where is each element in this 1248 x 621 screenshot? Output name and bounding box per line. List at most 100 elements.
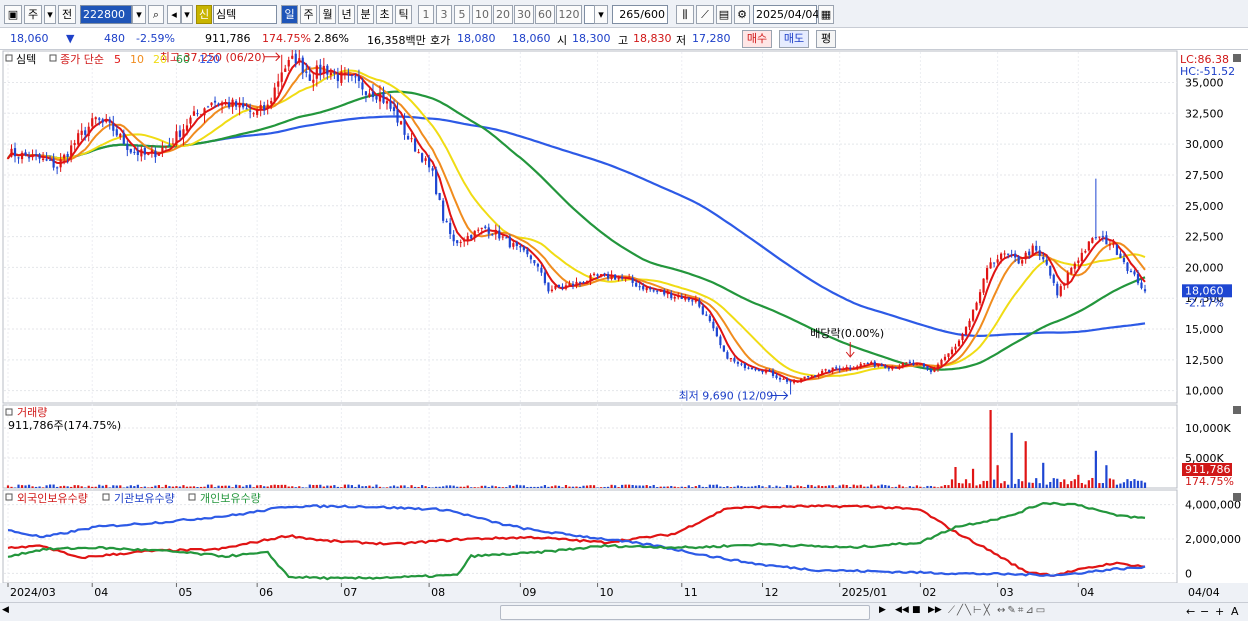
speaker-dropdown-icon[interactable]: ▾ xyxy=(181,5,193,24)
drawing-tools-icon[interactable]: ⟋ xyxy=(696,5,714,24)
candle-body xyxy=(1070,267,1073,274)
prev-button[interactable]: 전 xyxy=(58,5,76,24)
auto-scale-icon[interactable]: A xyxy=(1231,605,1243,620)
window-menu-icon[interactable]: ▣ xyxy=(4,5,22,24)
volume-bar xyxy=(606,486,610,488)
volume-bar xyxy=(378,486,382,488)
candle-body xyxy=(775,375,778,379)
stop-icon[interactable]: ■ xyxy=(912,605,922,620)
candle-body xyxy=(329,72,332,76)
volume-bar xyxy=(168,486,171,488)
interval-5[interactable]: 5 xyxy=(454,5,470,24)
candle-body xyxy=(463,240,466,242)
code-dropdown-icon[interactable]: ▾ xyxy=(132,5,146,24)
gear-icon[interactable]: ⚙ xyxy=(734,5,750,24)
volume-bar xyxy=(1080,482,1083,488)
candle-body xyxy=(1101,235,1104,237)
interval-30[interactable]: 30 xyxy=(514,5,534,24)
zoom-in-icon[interactable]: + xyxy=(1215,605,1227,620)
volume-bar xyxy=(24,485,27,488)
buy-button[interactable]: 매수 xyxy=(742,30,772,48)
candle-body xyxy=(84,130,87,135)
stock-name-field[interactable]: 심텍 xyxy=(213,5,277,24)
interval-60[interactable]: 60 xyxy=(535,5,555,24)
volume-bar xyxy=(1129,481,1133,488)
zoom-out-icon[interactable]: − xyxy=(1200,605,1212,620)
candle-body xyxy=(950,349,954,355)
volume-bar xyxy=(438,486,441,488)
rewind-icon[interactable]: ◀◀ xyxy=(895,605,909,620)
holding-panel-frame xyxy=(2,489,1178,584)
chart-canvas[interactable]: 35,000 32,500 30,000 27,500 25,000 22,500 20,0… xyxy=(0,46,1248,602)
volume-bar xyxy=(842,484,845,488)
sell-button[interactable]: 매도 xyxy=(779,30,809,48)
candle-body xyxy=(41,158,45,160)
low-label: 저 xyxy=(676,34,687,47)
timeframe-week[interactable]: 주 xyxy=(300,5,317,24)
candle-body xyxy=(287,60,290,67)
volume-bar xyxy=(1028,482,1031,488)
volume-bar xyxy=(66,486,69,488)
drawing-toolbar-icons[interactable]: ⟋╱╲⊢╳ ↔✎⌗⊿▭ xyxy=(948,605,1148,620)
evaluate-button[interactable]: 평 xyxy=(816,30,836,48)
volume-bar xyxy=(922,487,926,488)
volume-bar xyxy=(340,487,343,488)
volume-bar xyxy=(242,486,245,488)
horizontal-scrollbar[interactable]: ◀ ▶ ◀◀ ■ ▶▶ ⟋╱╲⊢╳ ↔✎⌗⊿▭ ← − + A xyxy=(0,602,1248,621)
timeframe-day[interactable]: 일 xyxy=(281,5,298,24)
stock-code-input[interactable]: 222800 xyxy=(80,5,132,24)
timeframe-month[interactable]: 월 xyxy=(319,5,336,24)
price-axis-tick: 35,000 xyxy=(1185,76,1224,89)
timeframe-minute[interactable]: 분 xyxy=(357,5,374,24)
candle-body xyxy=(526,249,529,255)
scroll-left-icon[interactable]: ◀ xyxy=(2,605,14,620)
candle-body xyxy=(635,282,638,287)
high-price: 18,830 xyxy=(633,32,672,45)
volume-bar xyxy=(101,485,104,488)
timeframe-year[interactable]: 년 xyxy=(338,5,355,24)
period-button[interactable]: 주 xyxy=(24,5,42,24)
volume-bar xyxy=(898,484,901,488)
calendar-icon[interactable]: ▦ xyxy=(818,5,834,24)
x-axis-label: 07 xyxy=(343,586,357,599)
speaker-icon[interactable]: ◂ xyxy=(167,5,181,24)
candle-body xyxy=(750,367,754,370)
volume-bar xyxy=(880,484,883,488)
save-icon[interactable]: ▤ xyxy=(716,5,732,24)
candle-body xyxy=(371,91,375,98)
scroll-right-icon[interactable]: ▶ xyxy=(879,605,889,620)
timeframe-tick[interactable]: 틱 xyxy=(395,5,412,24)
candle-body xyxy=(1091,238,1094,243)
search-icon[interactable]: ⌕ xyxy=(148,5,164,24)
candle-body xyxy=(547,282,550,292)
interval-10[interactable]: 10 xyxy=(472,5,492,24)
ma-legend-120: 120 xyxy=(199,53,220,66)
date-field[interactable]: 2025/04/04 xyxy=(753,5,819,24)
ma-legend-20: 20 xyxy=(153,53,167,66)
candle-type-icon[interactable]: ⫼ xyxy=(676,5,694,24)
zoom-out-left-icon[interactable]: ← xyxy=(1186,605,1198,620)
interval-1[interactable]: 1 xyxy=(418,5,434,24)
custom-interval-dropdown-icon[interactable]: ▾ xyxy=(594,5,608,24)
volume-bar xyxy=(789,485,792,488)
volume-bar xyxy=(326,485,329,488)
turnover-pct: 2.86% xyxy=(314,32,349,45)
volume-bar xyxy=(1052,478,1055,488)
candle-body xyxy=(614,274,617,280)
volume-bar xyxy=(807,484,810,488)
candle-body xyxy=(213,100,217,103)
fast-forward-icon[interactable]: ▶▶ xyxy=(928,605,942,620)
interval-3[interactable]: 3 xyxy=(436,5,452,24)
scroll-thumb[interactable] xyxy=(500,605,870,620)
timeframe-second[interactable]: 초 xyxy=(376,5,393,24)
chart-area[interactable]: 35,000 32,500 30,000 27,500 25,000 22,500 20,0… xyxy=(0,46,1248,621)
holding-legend-2: 개인보유수량 xyxy=(200,492,261,505)
volume-bar xyxy=(396,486,399,488)
interval-120[interactable]: 120 xyxy=(556,5,582,24)
volume-bar xyxy=(213,487,217,488)
volume-bar xyxy=(185,486,189,488)
volume-bar xyxy=(1070,481,1073,488)
data-count-field[interactable]: 265/600 xyxy=(612,5,668,24)
period-dropdown-icon[interactable]: ▾ xyxy=(44,5,56,24)
interval-20[interactable]: 20 xyxy=(493,5,513,24)
